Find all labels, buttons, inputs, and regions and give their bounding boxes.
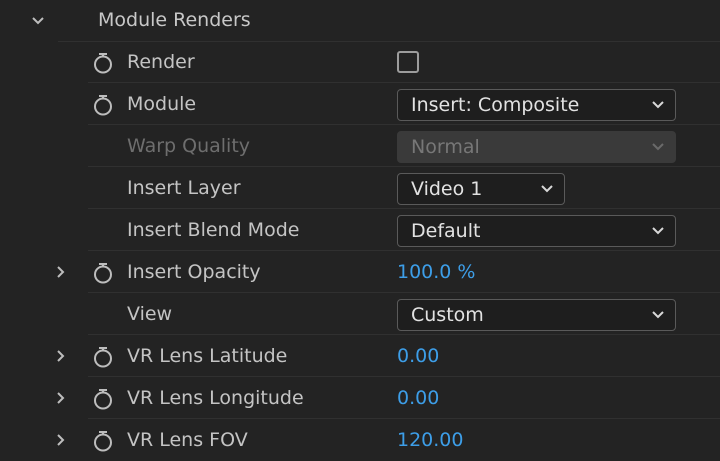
property-label: Insert Layer: [127, 177, 241, 199]
chevron-down-icon: [652, 143, 664, 151]
stopwatch-icon[interactable]: [92, 94, 114, 116]
insert-opacity-value[interactable]: 100.0 %: [397, 251, 476, 293]
chevron-right-icon[interactable]: [51, 419, 71, 461]
dropdown-value: Default: [411, 220, 481, 242]
chevron-down-icon: [652, 101, 664, 109]
row-view: View Custom: [0, 293, 720, 335]
row-vr-lens-fov: VR Lens FOV 120.00: [0, 419, 720, 461]
property-label: VR Lens FOV: [127, 429, 248, 451]
chevron-right-icon[interactable]: [51, 335, 71, 377]
chevron-right-icon[interactable]: [51, 251, 71, 293]
row-warp-quality: Warp Quality Normal: [0, 125, 720, 167]
dropdown-value: Custom: [411, 304, 484, 326]
row-vr-lens-longitude: VR Lens Longitude 0.00: [0, 377, 720, 419]
vr-lens-longitude-value[interactable]: 0.00: [397, 377, 439, 419]
row-render: Render: [0, 41, 720, 83]
stopwatch-icon[interactable]: [92, 262, 114, 284]
stopwatch-icon[interactable]: [92, 52, 114, 74]
row-insert-opacity: Insert Opacity 100.0 %: [0, 251, 720, 293]
section-header-module-renders[interactable]: Module Renders: [0, 0, 720, 42]
property-label: Insert Opacity: [127, 261, 261, 283]
section-title: Module Renders: [98, 9, 251, 31]
chevron-down-icon: [541, 185, 553, 193]
vr-lens-latitude-value[interactable]: 0.00: [397, 335, 439, 377]
row-module: Module Insert: Composite: [0, 83, 720, 125]
dropdown-value: Insert: Composite: [411, 94, 580, 116]
module-dropdown[interactable]: Insert: Composite: [397, 89, 676, 121]
chevron-down-icon: [652, 227, 664, 235]
stopwatch-icon[interactable]: [92, 346, 114, 368]
insert-layer-dropdown[interactable]: Video 1: [397, 173, 565, 205]
row-insert-layer: Insert Layer Video 1: [0, 167, 720, 209]
row-vr-lens-latitude: VR Lens Latitude 0.00: [0, 335, 720, 377]
property-label: VR Lens Latitude: [127, 345, 288, 367]
row-insert-blend-mode: Insert Blend Mode Default: [0, 209, 720, 251]
stopwatch-icon[interactable]: [92, 430, 114, 452]
property-label: View: [127, 303, 173, 325]
dropdown-value: Normal: [411, 136, 480, 158]
stopwatch-icon[interactable]: [92, 388, 114, 410]
vr-lens-fov-value[interactable]: 120.00: [397, 419, 463, 461]
chevron-down-icon[interactable]: [28, 0, 48, 42]
render-checkbox[interactable]: [397, 51, 419, 73]
chevron-down-icon: [652, 311, 664, 319]
warp-quality-dropdown: Normal: [397, 131, 676, 163]
property-label: VR Lens Longitude: [127, 387, 304, 409]
dropdown-value: Video 1: [411, 178, 483, 200]
property-label: Module: [127, 93, 197, 115]
property-label: Warp Quality: [127, 135, 251, 157]
insert-blend-mode-dropdown[interactable]: Default: [397, 215, 676, 247]
chevron-right-icon[interactable]: [51, 377, 71, 419]
view-dropdown[interactable]: Custom: [397, 299, 676, 331]
property-label: Insert Blend Mode: [127, 219, 300, 241]
property-label: Render: [127, 51, 195, 73]
